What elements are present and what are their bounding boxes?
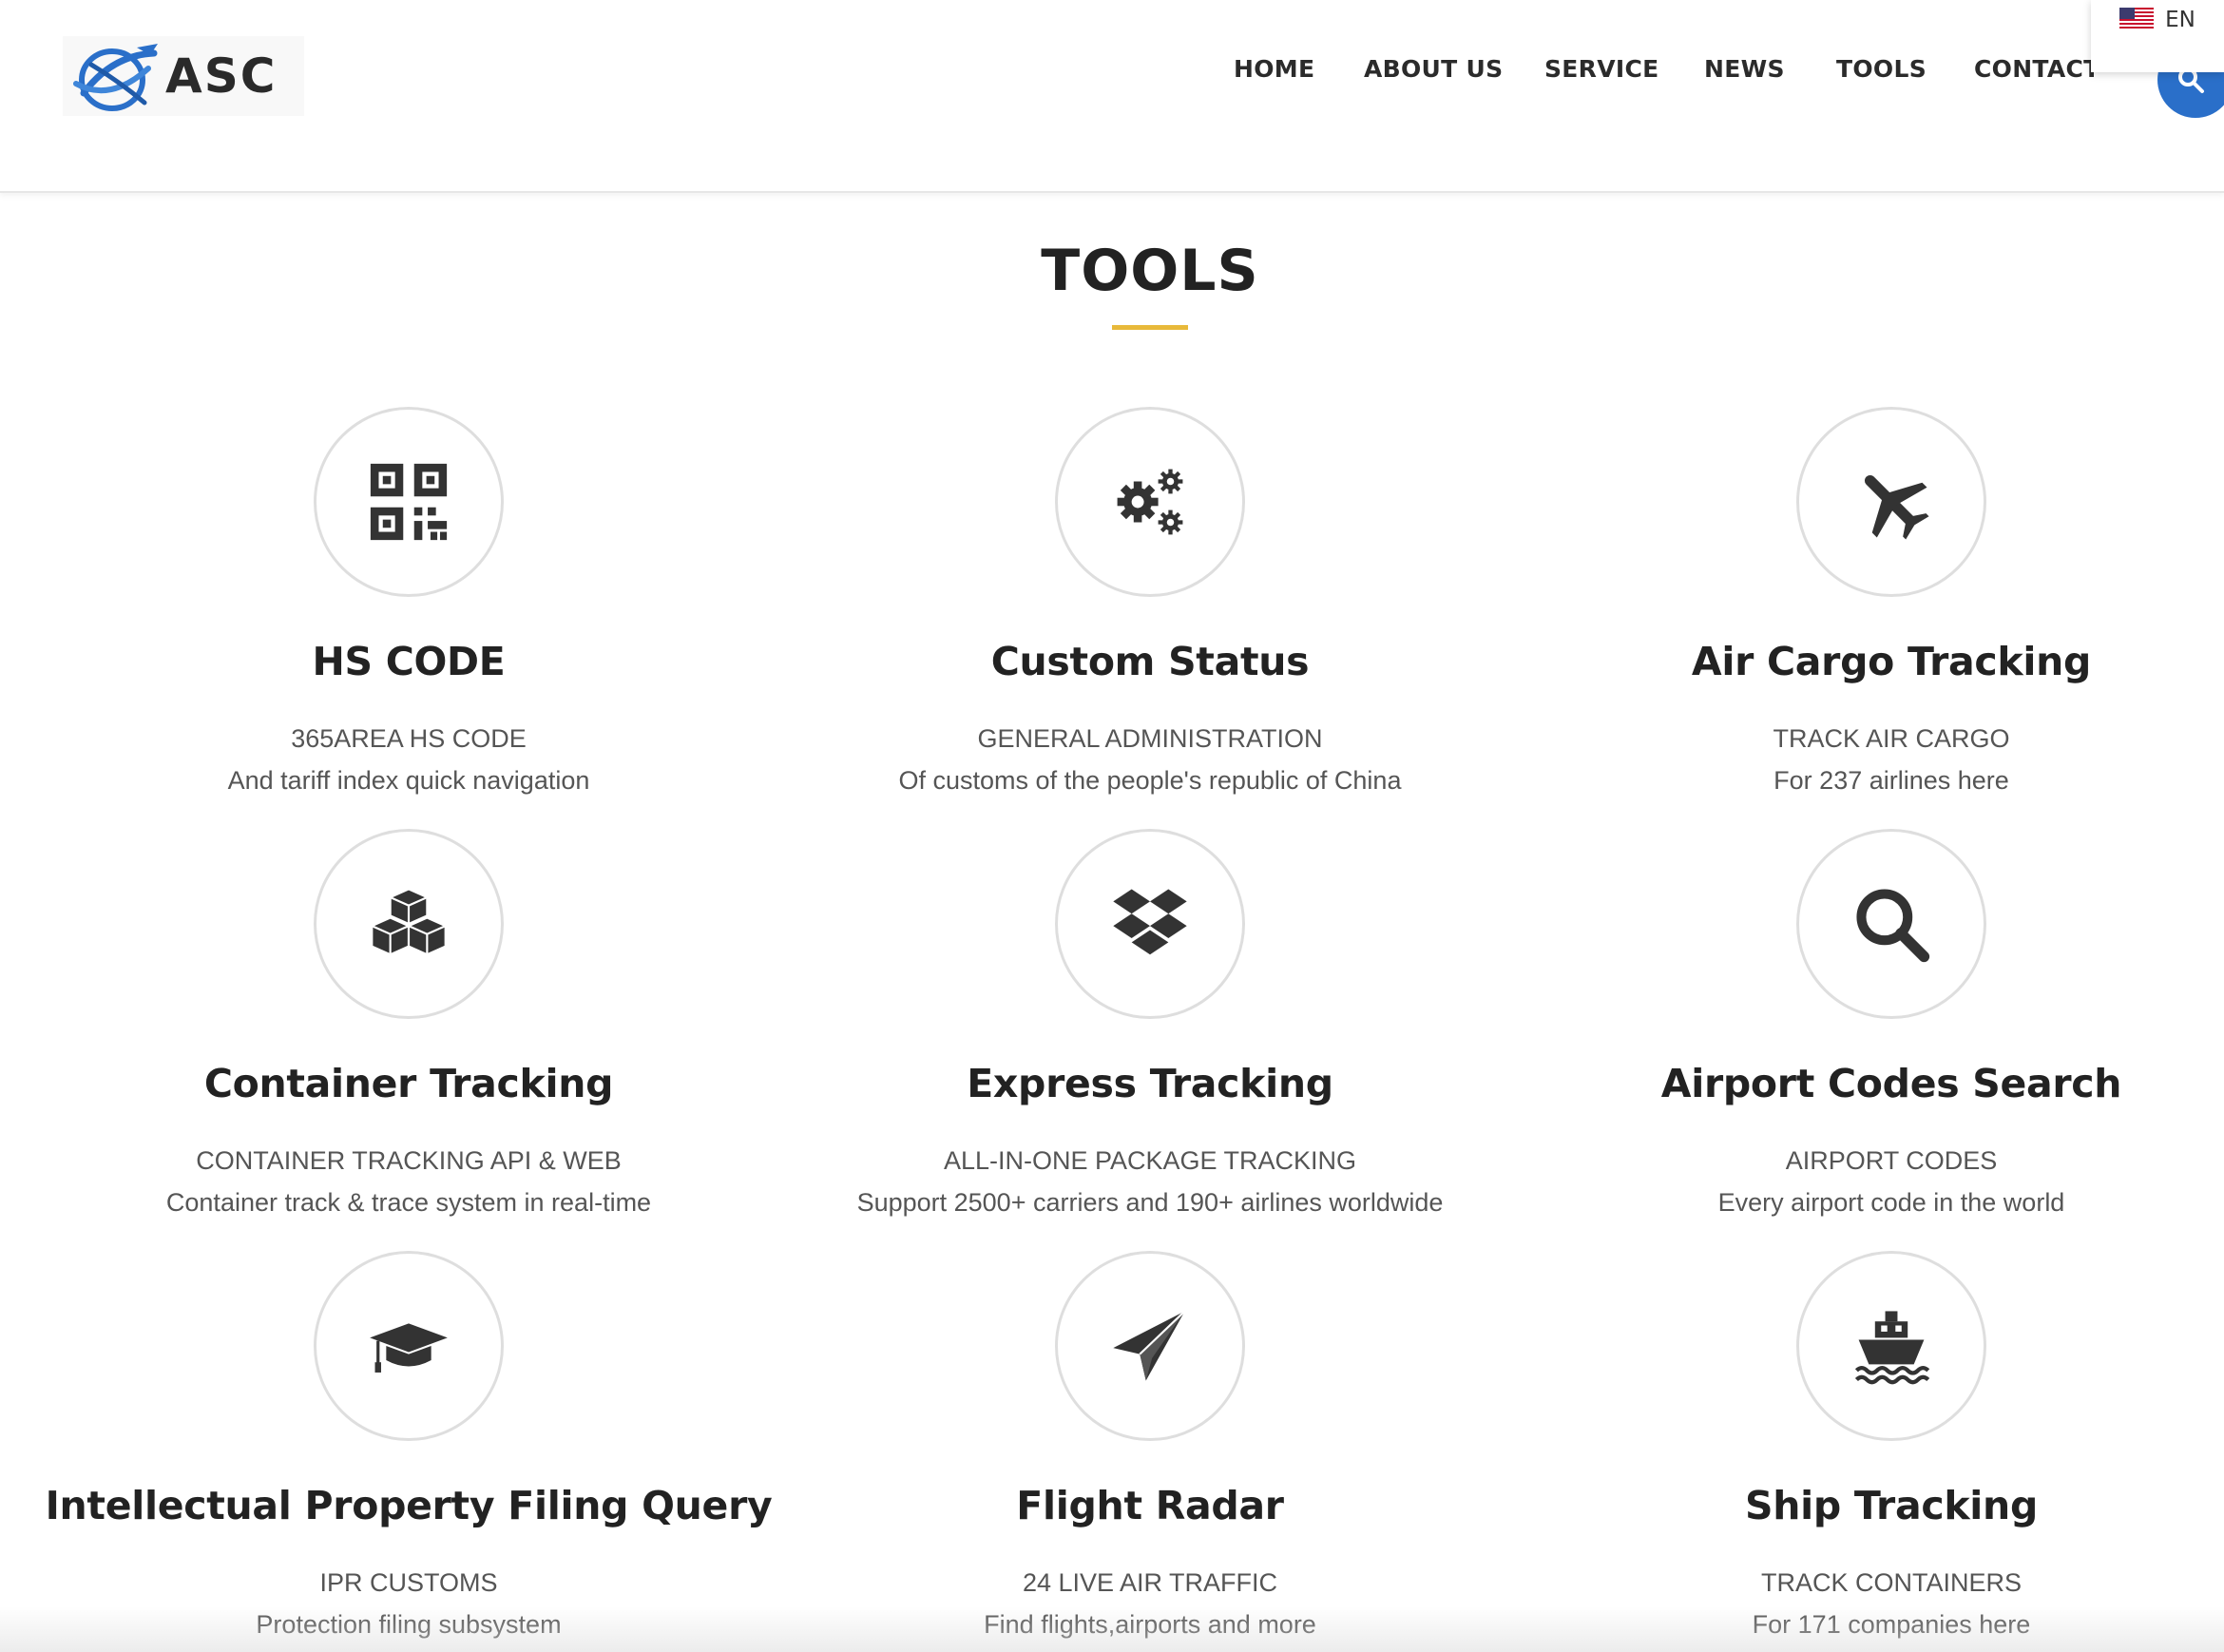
nav-item-contact[interactable]: CONTACT (1974, 55, 2099, 83)
tool-icon-button[interactable] (314, 829, 504, 1019)
tool-subtitle: ALL-IN-ONE PACKAGE TRACKING (943, 1146, 1357, 1175)
tool-description: For 171 companies here (1752, 1610, 2031, 1639)
nav-item-home[interactable]: HOME (1234, 55, 1314, 83)
tool-subtitle: CONTAINER TRACKING API & WEB (196, 1146, 622, 1175)
dropbox-icon (1113, 889, 1187, 955)
tool-subtitle: TRACK CONTAINERS (1760, 1568, 2023, 1597)
tool-title[interactable]: Custom Status (779, 639, 1521, 684)
plane-icon (1864, 474, 1929, 540)
title-underline (1112, 325, 1188, 330)
tool-subtitle: 365AREA HS CODE (291, 724, 527, 753)
nav-item-service[interactable]: SERVICE (1544, 55, 1659, 83)
tool-icon-button[interactable] (1055, 829, 1245, 1019)
tool-description: Find flights,airports and more (984, 1610, 1316, 1639)
gears-icon (1117, 469, 1183, 535)
tool-subtitle: AIRPORT CODES (1785, 1146, 1998, 1175)
section-title: TOOLS (1041, 238, 1259, 304)
cubes-icon (371, 888, 447, 956)
tool-title[interactable]: Flight Radar (779, 1483, 1521, 1528)
tool-title[interactable]: Airport Codes Search (1521, 1061, 2224, 1106)
tool-icon-button[interactable] (1796, 829, 1986, 1019)
tool-subtitle: 24 LIVE AIR TRAFFIC (1022, 1568, 1278, 1597)
tool-title[interactable]: Express Tracking (779, 1061, 1521, 1106)
tool-subtitle: IPR CUSTOMS (319, 1568, 498, 1597)
site-header: ASC HOME ABOUT US SERVICE NEWS TOOLS CON… (0, 0, 2224, 193)
graduation-cap-icon (370, 1323, 448, 1373)
ship-icon (1854, 1311, 1930, 1385)
tool-title[interactable]: Air Cargo Tracking (1521, 639, 2224, 684)
tool-description: Support 2500+ carriers and 190+ airlines… (856, 1188, 1444, 1217)
tool-icon-button[interactable] (1055, 407, 1245, 597)
us-flag-icon (2119, 8, 2155, 30)
tool-description: Container track & trace system in real-t… (165, 1188, 652, 1217)
nav-item-about-us[interactable]: ABOUT US (1364, 55, 1503, 83)
qrcode-icon (370, 463, 448, 541)
tool-subtitle: TRACK AIR CARGO (1773, 724, 2010, 753)
tool-subtitle: GENERAL ADMINISTRATION (977, 724, 1323, 753)
tool-icon-button[interactable] (1796, 1251, 1986, 1441)
tool-icon-button[interactable] (314, 407, 504, 597)
tool-title[interactable]: HS CODE (38, 639, 779, 684)
globe-logo-icon (73, 44, 158, 111)
tool-icon-button[interactable] (1796, 407, 1986, 597)
site-logo[interactable]: ASC (63, 36, 304, 116)
tool-description: Every airport code in the world (1717, 1188, 2065, 1217)
search-icon (1856, 889, 1930, 963)
logo-text: ASC (165, 48, 278, 104)
tool-description: And tariff index quick navigation (227, 766, 590, 795)
paper-plane-icon (1113, 1310, 1186, 1381)
tool-title[interactable]: Container Tracking (38, 1061, 779, 1106)
tool-title[interactable]: Ship Tracking (1521, 1483, 2224, 1528)
nav-item-tools[interactable]: TOOLS (1836, 55, 1927, 83)
tool-description: Protection filing subsystem (256, 1610, 562, 1639)
language-switcher[interactable]: EN (2091, 0, 2224, 72)
tool-icon-button[interactable] (314, 1251, 504, 1441)
tool-icon-button[interactable] (1055, 1251, 1245, 1441)
tool-title[interactable]: Intellectual Property Filing Query (38, 1483, 779, 1528)
nav-item-news[interactable]: NEWS (1704, 55, 1785, 83)
language-code: EN (2165, 8, 2195, 32)
tool-description: For 237 airlines here (1773, 766, 2009, 795)
tool-description: Of customs of the people's republic of C… (898, 766, 1402, 795)
